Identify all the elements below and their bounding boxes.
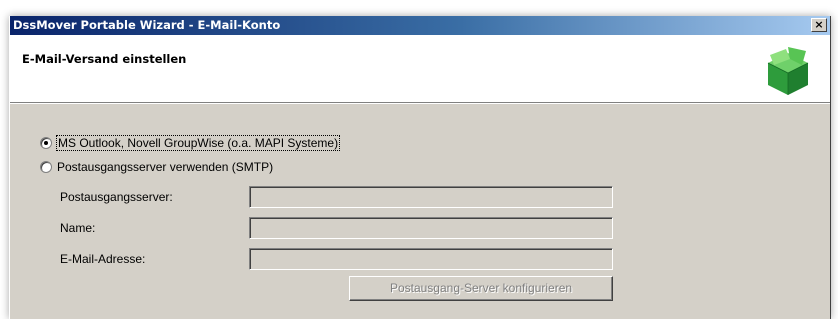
name-label: Name: (60, 221, 96, 235)
name-input[interactable] (249, 217, 613, 239)
server-label: Postausgangsserver: (60, 190, 173, 204)
email-label: E-Mail-Adresse: (60, 252, 146, 266)
radio-smtp-label: Postausgangsserver verwenden (SMTP) (57, 160, 274, 174)
window-title: DssMover Portable Wizard - E-Mail-Konto (13, 18, 281, 32)
wizard-window: DssMover Portable Wizard - E-Mail-Konto … (9, 16, 831, 319)
close-button[interactable]: × (811, 18, 827, 32)
close-icon: × (814, 18, 824, 31)
title-bar[interactable]: DssMover Portable Wizard - E-Mail-Konto … (10, 16, 830, 35)
header-separator (10, 102, 830, 104)
radio-button-checked[interactable] (40, 137, 52, 149)
green-box-icon (767, 47, 809, 95)
header-panel: E-Mail-Versand einstellen (10, 35, 830, 102)
page-title: E-Mail-Versand einstellen (22, 52, 187, 66)
radio-mapi[interactable]: MS Outlook, Novell GroupWise (o.a. MAPI … (40, 135, 341, 151)
radio-mapi-label: MS Outlook, Novell GroupWise (o.a. MAPI … (55, 135, 341, 151)
radio-smtp[interactable]: Postausgangsserver verwenden (SMTP) (40, 159, 273, 175)
email-input[interactable] (249, 248, 613, 270)
radio-button-unchecked[interactable] (40, 161, 52, 173)
configure-server-button[interactable]: Postausgang-Server konfigurieren (349, 276, 613, 301)
server-input[interactable] (249, 186, 613, 208)
